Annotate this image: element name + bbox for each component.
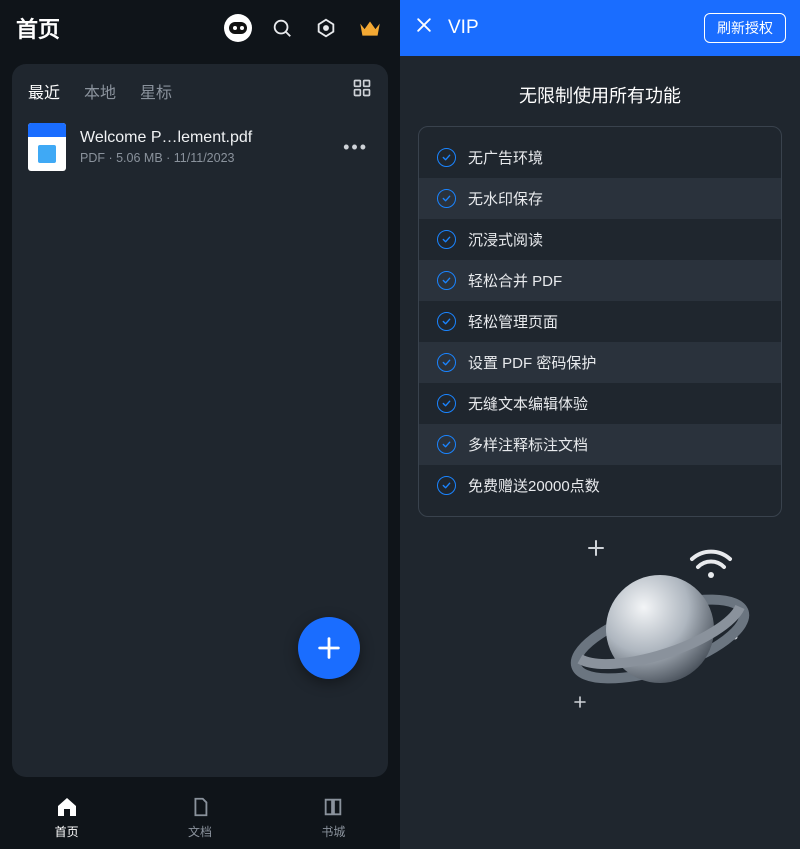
refresh-auth-button[interactable]: 刷新授权: [704, 13, 786, 43]
page-title: 首页: [16, 12, 224, 44]
feature-label: 免费赠送20000点数: [468, 475, 600, 496]
check-icon: [437, 271, 456, 290]
header-actions: [224, 14, 384, 42]
feature-label: 无缝文本编辑体验: [468, 393, 588, 414]
crown-icon[interactable]: [356, 14, 384, 42]
check-icon: [437, 189, 456, 208]
check-icon: [437, 148, 456, 167]
nav-label: 文档: [188, 823, 212, 840]
feature-item: 无缝文本编辑体验: [419, 383, 781, 424]
tab-starred[interactable]: 星标: [140, 79, 172, 103]
search-icon[interactable]: [268, 14, 296, 42]
tabs-row: 最近 本地 星标: [12, 64, 388, 109]
vip-screen: VIP 刷新授权 无限制使用所有功能 无广告环境无水印保存沉浸式阅读轻松合并 P…: [400, 0, 800, 849]
file-meta: PDF · 5.06 MB · 11/11/2023: [80, 151, 325, 165]
file-name: Welcome P…lement.pdf: [80, 129, 325, 147]
tabs: 最近 本地 星标: [28, 79, 352, 103]
nav-store[interactable]: 书城: [267, 786, 400, 849]
feature-label: 轻松合并 PDF: [468, 270, 562, 291]
bottom-nav: 首页 文档 书城: [0, 777, 400, 849]
home-screen: 首页 最近 本地 星标: [0, 0, 400, 849]
feature-item: 无水印保存: [419, 178, 781, 219]
feature-label: 设置 PDF 密码保护: [468, 352, 596, 373]
document-icon: [188, 795, 212, 819]
check-icon: [437, 312, 456, 331]
feature-label: 沉浸式阅读: [468, 229, 543, 250]
file-thumbnail-icon: [28, 123, 66, 171]
nav-docs[interactable]: 文档: [133, 786, 266, 849]
left-header: 首页: [0, 0, 400, 56]
nav-label: 首页: [55, 823, 79, 840]
tab-local[interactable]: 本地: [84, 79, 116, 103]
feature-label: 轻松管理页面: [468, 311, 558, 332]
close-icon[interactable]: [414, 15, 434, 41]
check-icon: [437, 476, 456, 495]
check-icon: [437, 353, 456, 372]
feature-item: 无广告环境: [419, 137, 781, 178]
feature-item: 免费赠送20000点数: [419, 465, 781, 506]
check-icon: [437, 394, 456, 413]
book-icon: [321, 795, 345, 819]
feature-list: 无广告环境无水印保存沉浸式阅读轻松合并 PDF 轻松管理页面设置 PDF 密码保护…: [418, 126, 782, 517]
file-item[interactable]: Welcome P…lement.pdf PDF · 5.06 MB · 11/…: [12, 109, 388, 185]
feature-item: 轻松合并 PDF: [419, 260, 781, 301]
vip-headline: 无限制使用所有功能: [400, 56, 800, 126]
feature-item: 设置 PDF 密码保护: [419, 342, 781, 383]
assistant-icon[interactable]: [224, 14, 252, 42]
feature-item: 沉浸式阅读: [419, 219, 781, 260]
feature-item: 多样注释标注文档: [419, 424, 781, 465]
tab-recent[interactable]: 最近: [28, 79, 60, 103]
vip-header: VIP 刷新授权: [400, 0, 800, 56]
feature-label: 无广告环境: [468, 147, 543, 168]
feature-label: 多样注释标注文档: [468, 434, 588, 455]
planet-illustration: [550, 529, 770, 729]
nav-label: 书城: [321, 823, 345, 840]
check-icon: [437, 435, 456, 454]
check-icon: [437, 230, 456, 249]
home-icon: [55, 795, 79, 819]
vip-title: VIP: [448, 17, 690, 39]
feature-label: 无水印保存: [468, 188, 543, 209]
settings-hex-icon[interactable]: [312, 14, 340, 42]
view-grid-icon[interactable]: [352, 78, 372, 103]
file-info: Welcome P…lement.pdf PDF · 5.06 MB · 11/…: [80, 129, 325, 165]
nav-home[interactable]: 首页: [0, 786, 133, 849]
file-more-icon[interactable]: •••: [339, 137, 372, 158]
feature-item: 轻松管理页面: [419, 301, 781, 342]
add-button[interactable]: [298, 617, 360, 679]
